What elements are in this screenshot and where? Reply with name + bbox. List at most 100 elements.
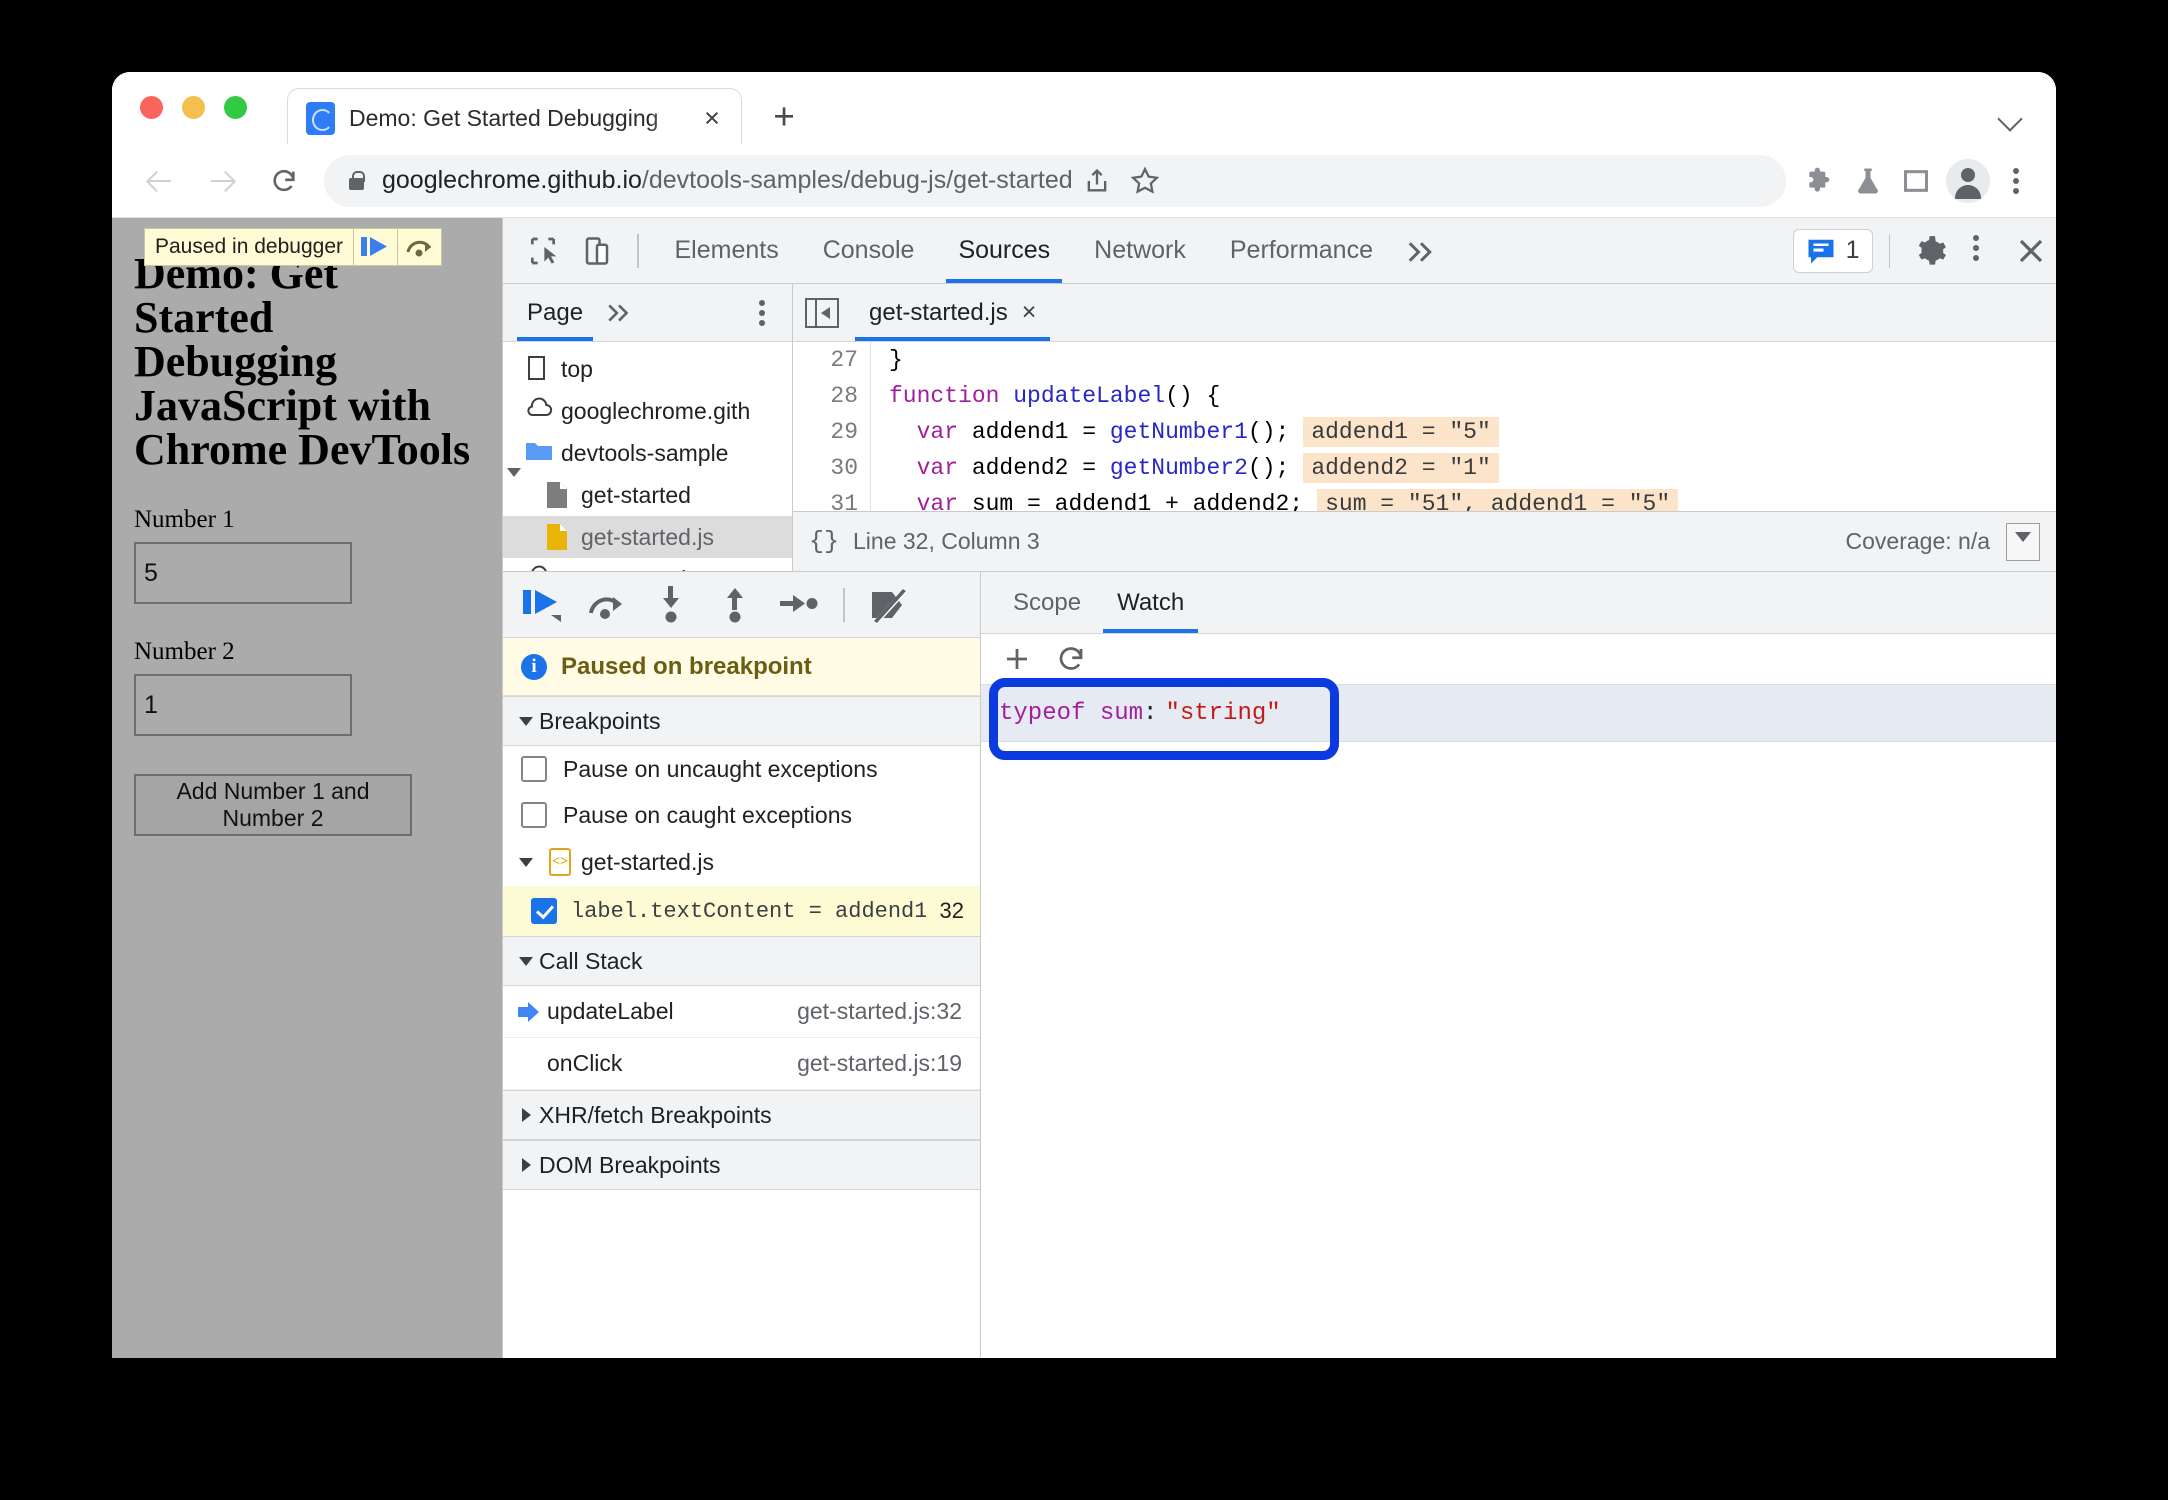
callstack-section-header[interactable]: Call Stack xyxy=(503,936,980,986)
editor-pane: get-started.js × 27 } 28 function update… xyxy=(793,284,2056,571)
step-over-icon[interactable] xyxy=(397,228,441,266)
inspect-element-icon[interactable] xyxy=(519,227,567,275)
js-file-icon xyxy=(545,523,573,551)
add-numbers-button[interactable]: Add Number 1 and Number 2 xyxy=(134,774,412,836)
step-icon[interactable] xyxy=(773,579,825,631)
url-path: /devtools-samples/debug-js/get-started xyxy=(641,166,1073,194)
line-number: 28 xyxy=(793,378,871,414)
step-over-icon[interactable] xyxy=(581,579,633,631)
address-bar[interactable]: googlechrome.github.io/devtools-samples/… xyxy=(324,154,1786,207)
watch-expression-row[interactable]: typeof sum: "string" xyxy=(981,684,2056,742)
breakpoint-line-number: 32 xyxy=(939,898,964,923)
tree-item-origin[interactable]: googlechrome.gith xyxy=(503,390,792,432)
devtools-favicon-icon xyxy=(306,102,335,135)
navigator-kebab-icon[interactable] xyxy=(742,291,782,335)
show-navigator-icon[interactable] xyxy=(805,297,839,328)
tree-item-label: React Developer To xyxy=(561,566,763,572)
tab-scope[interactable]: Scope xyxy=(995,573,1099,633)
settings-gear-icon[interactable] xyxy=(1906,226,1956,276)
checkbox-label: Pause on uncaught exceptions xyxy=(563,755,878,782)
number2-label: Number 2 xyxy=(134,638,235,665)
inline-value-hint: sum = "51", addend1 = "5" xyxy=(1317,489,1679,511)
messages-badge[interactable]: 1 xyxy=(1792,228,1873,273)
section-label: Call Stack xyxy=(539,947,643,974)
refresh-watch-icon[interactable] xyxy=(1053,641,1089,677)
close-window-button[interactable] xyxy=(140,96,163,119)
url-host: googlechrome.github.io xyxy=(382,166,642,194)
tab-performance[interactable]: Performance xyxy=(1208,219,1395,283)
inline-value-hint: addend1 = "5" xyxy=(1303,417,1499,447)
xhr-breakpoints-section-header[interactable]: XHR/fetch Breakpoints xyxy=(503,1090,980,1140)
line-number: 31 xyxy=(793,486,871,511)
back-button[interactable] xyxy=(134,155,186,207)
pause-uncaught-exceptions-row[interactable]: Pause on uncaught exceptions xyxy=(503,746,980,792)
format-code-icon[interactable]: {} xyxy=(809,527,839,556)
tab-network[interactable]: Network xyxy=(1072,219,1208,283)
tree-item-top[interactable]: top xyxy=(503,348,792,390)
extensions-puzzle-icon[interactable] xyxy=(1796,157,1844,205)
number1-input[interactable] xyxy=(134,542,352,604)
breakpoints-section-header[interactable]: Breakpoints xyxy=(503,696,980,746)
callstack-location: get-started.js:32 xyxy=(797,998,962,1024)
tree-item-get-started[interactable]: get-started xyxy=(503,474,792,516)
tab-console[interactable]: Console xyxy=(801,219,937,283)
close-devtools-icon[interactable] xyxy=(2006,226,2056,276)
paused-banner-text: Paused on breakpoint xyxy=(561,652,812,680)
flask-icon[interactable] xyxy=(1844,157,1892,205)
profile-avatar[interactable] xyxy=(1946,158,1990,203)
step-out-icon[interactable] xyxy=(709,579,761,631)
tab-elements[interactable]: Elements xyxy=(653,219,801,283)
maximize-window-button[interactable] xyxy=(224,96,247,119)
resume-script-icon[interactable] xyxy=(517,579,569,631)
checkbox-uncaught[interactable] xyxy=(521,756,547,782)
line-content: } xyxy=(889,347,903,373)
breakpoint-item[interactable]: label.textContent = addend1 + ' … 32 xyxy=(503,886,980,936)
checkbox-caught[interactable] xyxy=(521,802,547,828)
page-viewport: Paused in debugger Demo: Get Started Deb… xyxy=(112,218,502,1358)
callstack-row[interactable]: updateLabel get-started.js:32 xyxy=(503,986,980,1038)
new-tab-button[interactable]: + xyxy=(764,98,804,138)
dom-breakpoints-section-header[interactable]: DOM Breakpoints xyxy=(503,1140,980,1190)
close-icon[interactable]: × xyxy=(697,104,727,134)
show-drawer-icon[interactable] xyxy=(2006,522,2040,561)
device-toolbar-icon[interactable] xyxy=(573,227,621,275)
pause-caught-exceptions-row[interactable]: Pause on caught exceptions xyxy=(503,792,980,838)
editor-tab-get-started-js[interactable]: get-started.js × xyxy=(855,285,1051,341)
checkbox-breakpoint-enabled[interactable] xyxy=(531,898,557,924)
breakpoint-file-row[interactable]: <> get-started.js xyxy=(503,838,980,886)
tab-watch[interactable]: Watch xyxy=(1099,573,1202,633)
step-into-icon[interactable] xyxy=(645,579,697,631)
navigator-more-icon[interactable] xyxy=(597,291,641,335)
number2-input[interactable] xyxy=(134,674,352,736)
callstack-row[interactable]: onClick get-started.js:19 xyxy=(503,1038,980,1090)
add-watch-icon[interactable] xyxy=(999,641,1035,677)
line-number: 29 xyxy=(793,414,871,450)
share-icon[interactable] xyxy=(1073,157,1121,205)
message-count: 1 xyxy=(1845,236,1860,264)
js-source-icon: <> xyxy=(549,848,571,876)
tree-item-folder[interactable]: devtools-sample xyxy=(503,432,792,477)
bookmark-star-icon[interactable] xyxy=(1121,157,1169,205)
deactivate-breakpoints-icon[interactable] xyxy=(863,579,915,631)
reload-button[interactable] xyxy=(258,155,310,207)
tab-sources[interactable]: Sources xyxy=(936,219,1072,283)
chevron-down-icon[interactable] xyxy=(1994,100,2028,134)
chrome-menu-kebab-icon[interactable] xyxy=(1996,159,2036,203)
code-editor[interactable]: 27 } 28 function updateLabel() { 29 var … xyxy=(793,342,2056,511)
lock-icon xyxy=(346,169,366,193)
tree-item-get-started-js[interactable]: get-started.js xyxy=(503,516,792,558)
line-content: var addend2 = getNumber2(); addend2 = "1" xyxy=(871,450,2056,486)
callstack-function: onClick xyxy=(547,1050,623,1076)
navigator-tab-page[interactable]: Page xyxy=(513,285,597,341)
resume-script-icon[interactable] xyxy=(353,228,397,266)
close-icon[interactable]: × xyxy=(1022,298,1037,327)
number1-label: Number 1 xyxy=(134,506,235,533)
more-tabs-icon[interactable] xyxy=(1395,227,1447,275)
devtools-kebab-icon[interactable] xyxy=(1956,226,2006,276)
side-panel-icon[interactable] xyxy=(1892,157,1940,205)
forward-button[interactable] xyxy=(196,155,248,207)
status-right: Coverage: n/a xyxy=(1846,522,2040,561)
browser-tab[interactable]: Demo: Get Started Debugging × xyxy=(287,88,742,148)
tree-item-react-devtools[interactable]: React Developer To xyxy=(503,558,792,571)
minimize-window-button[interactable] xyxy=(182,96,205,119)
